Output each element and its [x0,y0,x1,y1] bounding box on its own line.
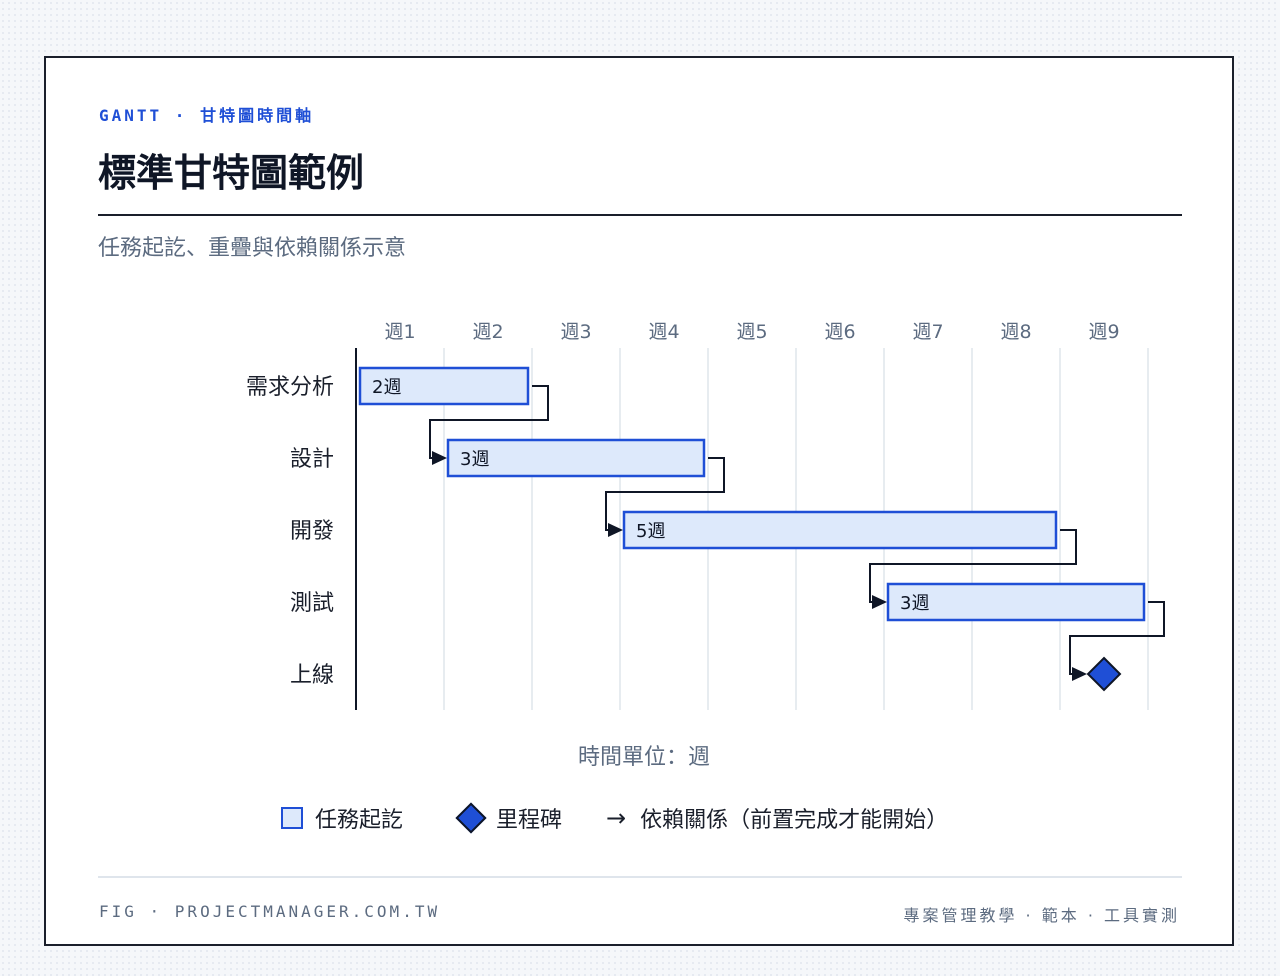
task-bar-label: 2週 [372,377,401,398]
arrow-right-icon: → [606,804,627,832]
footer-tags: 專案管理教學 · 範本 · 工具實測 [903,906,1180,925]
x-axis-label: 時間單位：週 [578,745,710,770]
week-tick-label: 週9 [1088,321,1119,343]
title-divider [98,214,1182,216]
milestone-diamond-icon [455,802,487,834]
task-row-label: 上線 [290,663,334,688]
footer-source: FIG · PROJECTMANAGER.COM.TW [99,902,441,921]
figure-card: GANTT · 甘特圖時間軸 標準甘特圖範例 任務起訖、重疊與依賴關係示意 週1… [44,56,1234,946]
gantt-chart: 週1 週2 週3 週4 週5 週6 週7 週8 週9 需求分析設計開發測試上線 2週 3週 5週 3週時間… [246,321,1165,770]
week-tick-label: 週4 [648,321,679,343]
week-tick-label: 週6 [824,321,855,343]
legend-task-label: 任務起訖 [315,808,404,833]
week-tick-label: 週3 [560,321,591,343]
chart-legend: 任務起訖 里程碑 → 依賴關係（前置完成才能開始） [46,800,1232,836]
task-row-label: 測試 [290,591,334,616]
legend-dependency-label: 依賴關係（前置完成才能開始） [640,808,949,833]
legend-milestone-label: 里程碑 [496,808,563,833]
eyebrow-label: GANTT · 甘特圖時間軸 [99,106,315,125]
week-tick-label: 週2 [472,321,503,343]
task-row-label: 設計 [290,447,334,472]
legend-item-task: 任務起訖 [281,800,403,836]
milestone-marker [1086,656,1122,692]
week-tick-label: 週1 [384,321,415,343]
legend-item-dependency: → 依賴關係（前置完成才能開始） [606,800,948,836]
task-bar-label: 5週 [636,521,665,542]
legend-item-milestone: 里程碑 [454,800,562,836]
week-tick-label: 週5 [736,321,767,343]
task-bar-label: 3週 [900,593,929,614]
task-swatch-icon [281,807,303,829]
dependency-arrowhead [1072,667,1087,681]
footer-divider [98,876,1182,878]
task-row-label: 需求分析 [246,375,334,400]
page-title: 標準甘特圖範例 [98,150,365,195]
week-tick-label: 週7 [912,321,943,343]
task-row-label: 開發 [290,519,334,544]
page-subtitle: 任務起訖、重疊與依賴關係示意 [98,236,407,261]
week-tick-label: 週8 [1000,321,1031,343]
task-bar [622,510,1058,550]
task-bar-label: 3週 [460,449,489,470]
